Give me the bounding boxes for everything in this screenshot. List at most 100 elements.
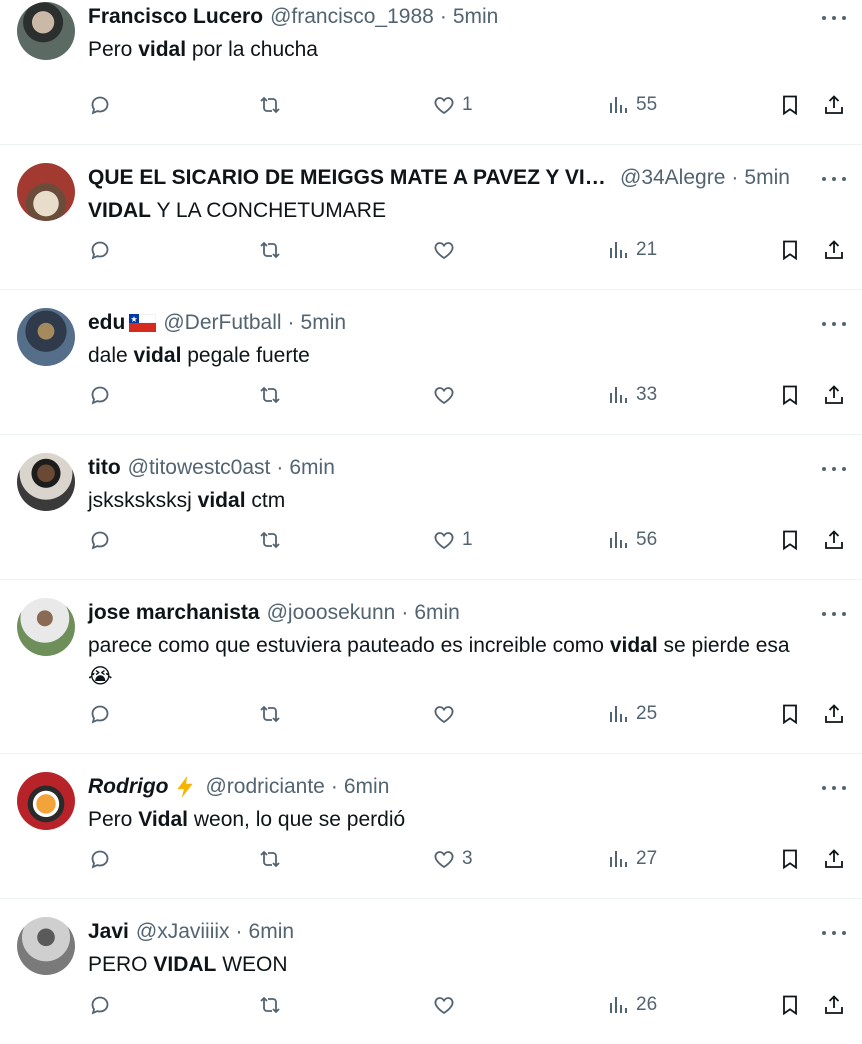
reply-button[interactable] bbox=[88, 525, 112, 555]
views-button[interactable]: 33 bbox=[606, 380, 657, 410]
bookmark-button[interactable] bbox=[778, 699, 802, 729]
retweet-icon bbox=[260, 241, 280, 259]
views-button[interactable]: 56 bbox=[606, 525, 657, 555]
retweet-button[interactable] bbox=[258, 90, 282, 120]
share-button[interactable] bbox=[822, 380, 846, 410]
retweet-button[interactable] bbox=[258, 235, 282, 265]
views-button[interactable]: 26 bbox=[606, 990, 657, 1020]
action-bar: 21 bbox=[88, 235, 846, 265]
more-icon[interactable] bbox=[822, 314, 846, 334]
reply-button[interactable] bbox=[88, 844, 112, 874]
bookmark-button[interactable] bbox=[778, 90, 802, 120]
timestamp[interactable]: 6min bbox=[344, 775, 390, 799]
retweet-button[interactable] bbox=[258, 525, 282, 555]
retweet-button[interactable] bbox=[258, 990, 282, 1020]
timestamp[interactable]: 5min bbox=[301, 311, 347, 335]
more-icon[interactable] bbox=[822, 604, 846, 624]
user-name[interactable]: QUE EL SICARIO DE MEIGGS MATE A PAVEZ Y … bbox=[88, 166, 613, 190]
tweet[interactable]: Francisco Lucero @francisco_1988 · 5min … bbox=[0, 0, 862, 145]
share-icon bbox=[825, 95, 843, 114]
bookmark-button[interactable] bbox=[778, 990, 802, 1020]
avatar[interactable] bbox=[17, 453, 75, 511]
share-button[interactable] bbox=[822, 235, 846, 265]
views-button[interactable]: 27 bbox=[606, 844, 657, 874]
avatar[interactable] bbox=[17, 2, 75, 60]
reply-icon bbox=[91, 996, 109, 1015]
timestamp[interactable]: 5min bbox=[453, 5, 499, 29]
share-button[interactable] bbox=[822, 525, 846, 555]
more-icon[interactable] bbox=[822, 8, 846, 28]
bookmark-icon bbox=[783, 95, 797, 116]
user-handle[interactable]: @francisco_1988 bbox=[270, 5, 434, 29]
avatar[interactable] bbox=[17, 163, 75, 221]
reply-button[interactable] bbox=[88, 990, 112, 1020]
tweet[interactable]: QUE EL SICARIO DE MEIGGS MATE A PAVEZ Y … bbox=[0, 145, 862, 290]
like-button[interactable] bbox=[432, 235, 462, 265]
retweet-button[interactable] bbox=[258, 844, 282, 874]
like-button[interactable]: 3 bbox=[432, 844, 473, 874]
user-name[interactable]: jose marchanista bbox=[88, 601, 260, 625]
user-handle[interactable]: @34Alegre bbox=[620, 166, 725, 190]
bookmark-button[interactable] bbox=[778, 380, 802, 410]
avatar[interactable] bbox=[17, 598, 75, 656]
reply-button[interactable] bbox=[88, 90, 112, 120]
tweet-header: QUE EL SICARIO DE MEIGGS MATE A PAVEZ Y … bbox=[88, 161, 802, 195]
avatar[interactable] bbox=[17, 308, 75, 366]
views-button[interactable]: 21 bbox=[606, 235, 657, 265]
views-button[interactable]: 55 bbox=[606, 90, 657, 120]
user-handle[interactable]: @DerFutball bbox=[163, 311, 281, 335]
bookmark-button[interactable] bbox=[778, 235, 802, 265]
retweet-button[interactable] bbox=[258, 380, 282, 410]
like-button[interactable] bbox=[432, 990, 462, 1020]
tweet[interactable]: Javi @xJaviiiix · 6min PERO VIDAL WEON 2… bbox=[0, 899, 862, 1044]
user-handle[interactable]: @jooosekunn bbox=[267, 601, 396, 625]
view-count: 26 bbox=[636, 994, 658, 1015]
user-handle[interactable]: @xJaviiiix bbox=[136, 920, 230, 944]
user-handle[interactable]: @rodriciante bbox=[205, 775, 324, 799]
avatar[interactable] bbox=[17, 772, 75, 830]
more-icon[interactable] bbox=[822, 778, 846, 798]
like-button[interactable] bbox=[432, 380, 462, 410]
more-icon[interactable] bbox=[822, 169, 846, 189]
more-icon[interactable] bbox=[822, 923, 846, 943]
views-button[interactable]: 25 bbox=[606, 699, 657, 729]
reply-button[interactable] bbox=[88, 699, 112, 729]
share-button[interactable] bbox=[822, 990, 846, 1020]
retweet-button[interactable] bbox=[258, 699, 282, 729]
tweet-text: parece como que estuviera pauteado es in… bbox=[88, 634, 790, 688]
user-name[interactable]: tito bbox=[88, 456, 121, 480]
user-name[interactable]: Francisco Lucero bbox=[88, 5, 263, 29]
user-handle[interactable]: @titowestc0ast bbox=[128, 456, 271, 480]
separator-dot: · bbox=[287, 311, 295, 334]
bookmark-button[interactable] bbox=[778, 844, 802, 874]
like-button[interactable]: 1 bbox=[432, 525, 473, 555]
like-button[interactable] bbox=[432, 699, 462, 729]
timestamp[interactable]: 6min bbox=[414, 601, 460, 625]
tweet[interactable]: jose marchanista @jooosekunn · 6min pare… bbox=[0, 580, 862, 754]
timestamp[interactable]: 5min bbox=[744, 166, 790, 190]
user-name[interactable]: edu bbox=[88, 311, 125, 335]
tweet-header: Rodrigo @rodriciante · 6min bbox=[88, 770, 802, 804]
bookmark-button[interactable] bbox=[778, 525, 802, 555]
timestamp[interactable]: 6min bbox=[289, 456, 335, 480]
tweet[interactable]: edu @DerFutball · 5min dale vidal pegale… bbox=[0, 290, 862, 435]
share-button[interactable] bbox=[822, 90, 846, 120]
user-name[interactable]: Rodrigo bbox=[88, 775, 168, 799]
like-icon bbox=[434, 851, 454, 869]
user-name[interactable]: Javi bbox=[88, 920, 129, 944]
like-button[interactable]: 1 bbox=[432, 90, 473, 120]
action-bar: 25 bbox=[88, 699, 846, 729]
separator-dot: · bbox=[276, 456, 284, 479]
view-count: 25 bbox=[636, 703, 658, 724]
reply-button[interactable] bbox=[88, 235, 112, 265]
tweet[interactable]: Rodrigo @rodriciante · 6min Pero Vidal w… bbox=[0, 754, 862, 899]
more-icon[interactable] bbox=[822, 459, 846, 479]
retweet-icon bbox=[260, 531, 280, 549]
avatar[interactable] bbox=[17, 917, 75, 975]
timestamp[interactable]: 6min bbox=[249, 920, 295, 944]
reply-button[interactable] bbox=[88, 380, 112, 410]
share-button[interactable] bbox=[822, 844, 846, 874]
share-button[interactable] bbox=[822, 699, 846, 729]
tweet[interactable]: tito @titowestc0ast · 6min jsksksksksj v… bbox=[0, 435, 862, 580]
bookmark-icon bbox=[783, 385, 797, 406]
